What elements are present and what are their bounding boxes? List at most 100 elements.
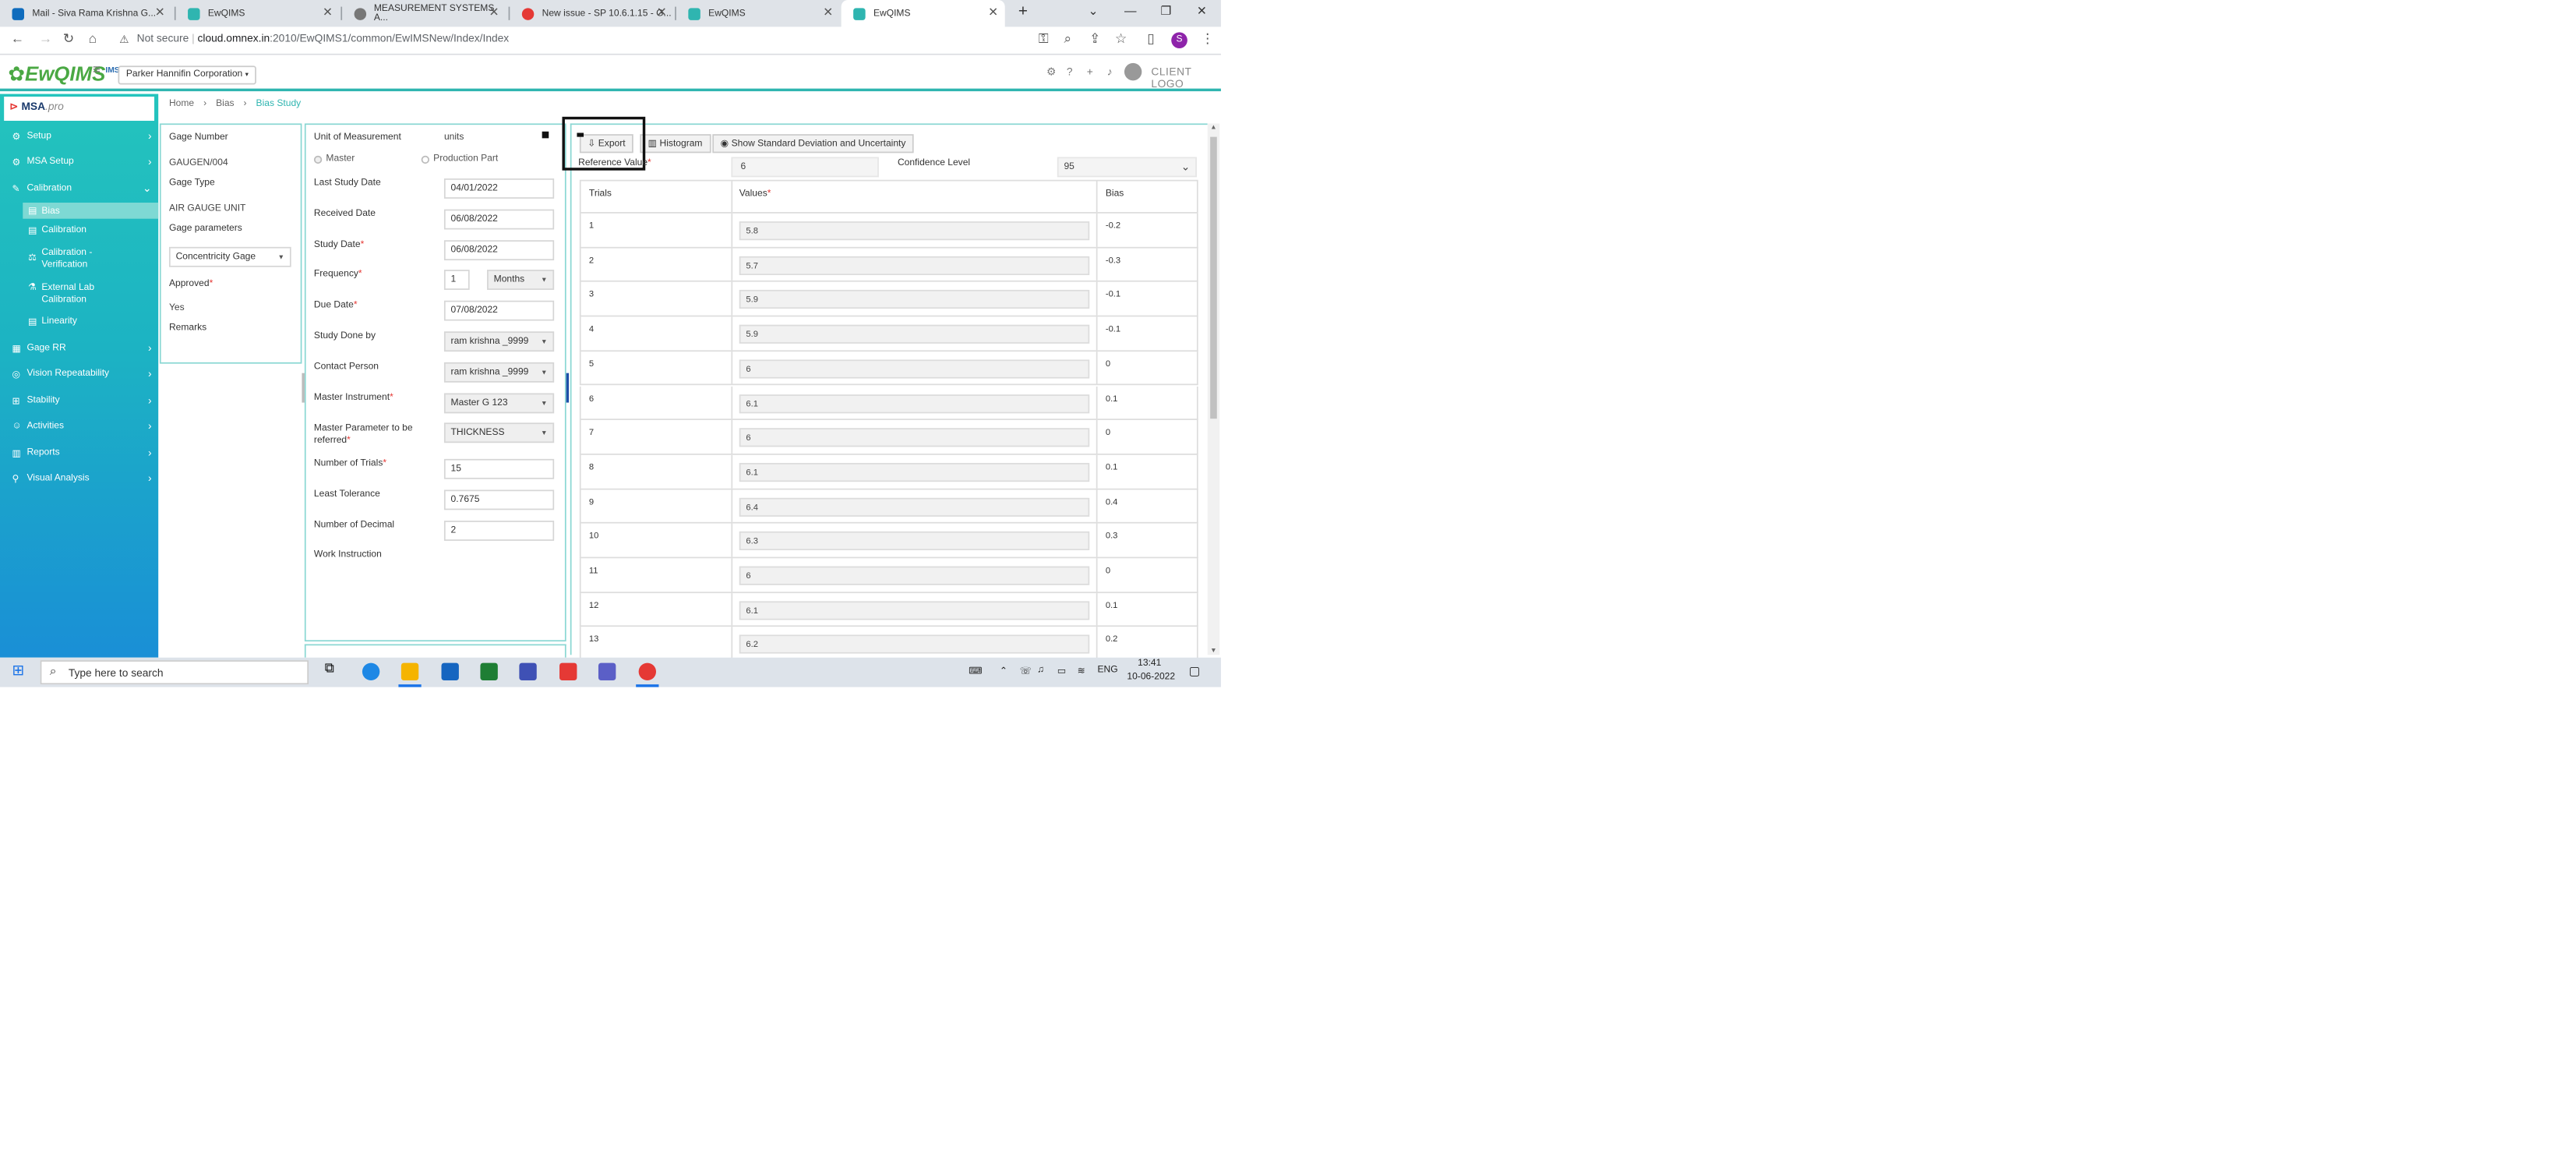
file-explorer-icon[interactable] <box>401 662 419 681</box>
forward-icon[interactable]: → <box>39 32 52 47</box>
language-indicator[interactable]: ENG <box>1098 666 1118 675</box>
sidebar-subitem-linearity[interactable]: ▤ Linearity <box>23 316 158 333</box>
menu-icon[interactable]: ⋮ <box>1201 32 1214 47</box>
sidebar-subitem-calibration-verification[interactable]: ⚖ Calibration - Verification <box>23 247 158 277</box>
meet-icon[interactable]: ☏ <box>1020 666 1032 676</box>
splitter-handle[interactable] <box>302 373 305 403</box>
add-icon[interactable]: + <box>1087 65 1093 77</box>
user-avatar[interactable] <box>1124 62 1142 81</box>
master-parameter-select[interactable]: THICKNESS ▼ <box>443 422 555 443</box>
radio-master[interactable]: Master <box>313 154 355 164</box>
word-icon[interactable] <box>519 662 537 681</box>
gage-parameter-select[interactable]: Concentricity Gage ▼ <box>168 246 291 267</box>
value-input[interactable]: 6.1 <box>739 394 1090 413</box>
sidebar-item-calibration[interactable]: ✎ Calibration ⌄ <box>0 176 158 202</box>
number-of-decimal-input[interactable]: 2 <box>443 521 555 541</box>
close-window-icon[interactable]: ✕ <box>1197 4 1207 19</box>
confidence-level-select[interactable]: 95 ⌄ <box>1057 157 1197 178</box>
star-icon[interactable]: ☆ <box>1115 32 1127 47</box>
clock-time[interactable]: 13:41 <box>1138 659 1161 668</box>
excel-icon[interactable] <box>480 662 498 681</box>
study-done-by-select[interactable]: ram krishna _9999 ▼ <box>443 331 555 352</box>
number-of-trials-input[interactable]: 15 <box>443 458 555 479</box>
value-input[interactable]: 6.3 <box>739 532 1090 551</box>
close-icon[interactable]: ✕ <box>323 5 333 20</box>
acrobat-icon[interactable] <box>559 662 577 681</box>
browser-tab-active[interactable]: EwQIMS ✕ <box>841 0 1005 27</box>
browser-tab[interactable]: EwQIMS ✕ <box>176 0 340 26</box>
histogram-button[interactable]: ▥ Histogram <box>640 134 711 154</box>
windows-start-icon[interactable]: ⊞ <box>12 662 29 680</box>
value-input[interactable]: 5.7 <box>739 256 1090 275</box>
value-input[interactable]: 5.9 <box>739 324 1090 344</box>
close-icon[interactable]: ✕ <box>155 5 165 20</box>
close-icon[interactable]: ✕ <box>988 5 998 20</box>
minimize-icon[interactable]: — <box>1124 4 1136 17</box>
value-input[interactable]: 5.9 <box>739 290 1090 309</box>
value-input[interactable]: 6.1 <box>739 462 1090 482</box>
sidebar-item-vision-repeatability[interactable]: ◎ Vision Repeatability › <box>0 361 158 387</box>
value-input[interactable]: 6 <box>739 566 1090 585</box>
radio-production-part[interactable]: Production Part <box>421 154 498 164</box>
restore-icon[interactable]: ❐ <box>1160 4 1171 19</box>
scroll-thumb[interactable] <box>1210 136 1217 419</box>
task-view-icon[interactable]: ⧉ <box>325 662 342 679</box>
sidebar-item-activities[interactable]: ☺ Activities › <box>0 413 158 439</box>
value-input[interactable]: 6 <box>739 428 1090 447</box>
reference-value-input[interactable]: 6 <box>731 157 879 178</box>
clock-date[interactable]: 10-06-2022 <box>1127 673 1175 682</box>
master-instrument-select[interactable]: Master G 123 ▼ <box>443 393 555 414</box>
help-icon[interactable]: ? <box>1067 65 1073 77</box>
tab-search-icon[interactable]: ⌄ <box>1088 4 1098 19</box>
key-icon[interactable]: ⚿ <box>1039 32 1049 47</box>
settings-icon[interactable]: ⚙ <box>1046 65 1056 77</box>
received-date-input[interactable]: 06/08/2022 <box>443 209 555 230</box>
profile-avatar[interactable]: S <box>1171 32 1187 48</box>
value-input[interactable]: 6 <box>739 359 1090 379</box>
value-input[interactable]: 6.4 <box>739 497 1090 517</box>
browser-tab[interactable]: MEASUREMENT SYSTEMS A... ✕ <box>342 0 506 26</box>
expand-handle[interactable] <box>542 131 549 139</box>
home-icon[interactable]: ⌂ <box>89 32 97 47</box>
contact-person-select[interactable]: ram krishna _9999 ▼ <box>443 362 555 383</box>
back-icon[interactable]: ← <box>11 32 24 47</box>
frequency-unit-select[interactable]: Months ▼ <box>487 270 555 290</box>
browser-tab[interactable]: EwQIMS ✕ <box>676 0 840 26</box>
study-date-input[interactable]: 06/08/2022 <box>443 240 555 261</box>
close-icon[interactable]: ✕ <box>823 5 833 20</box>
scrollbar[interactable]: ▲ ▼ <box>1207 123 1220 655</box>
close-icon[interactable]: ✕ <box>657 5 667 20</box>
due-date-input[interactable]: 07/08/2022 <box>443 300 555 321</box>
new-tab-button[interactable]: + <box>1018 2 1028 20</box>
close-icon[interactable]: ✕ <box>489 5 499 20</box>
edge-icon[interactable] <box>362 662 380 681</box>
sidebar-item-visual-analysis[interactable]: ⚲ Visual Analysis › <box>0 465 158 491</box>
zoom-icon[interactable]: ⌕ <box>1064 32 1071 47</box>
keyboard-icon[interactable]: ⌨ <box>969 666 982 676</box>
value-input[interactable]: 6.2 <box>739 635 1090 655</box>
breadcrumb-bias[interactable]: Bias <box>216 99 234 108</box>
bell-icon[interactable]: ♪ <box>1107 65 1113 77</box>
hamburger-icon[interactable]: ≡ <box>93 63 101 78</box>
sidebar-subitem-calibration[interactable]: ▤ Calibration <box>23 225 158 242</box>
chevron-up-icon[interactable]: ⌃ <box>1000 666 1007 676</box>
sidebar-item-reports[interactable]: ▥ Reports › <box>0 440 158 466</box>
sidebar-item-stability[interactable]: ⊞ Stability › <box>0 388 158 414</box>
sidebar-item-setup[interactable]: ⚙ Setup › <box>0 123 158 149</box>
share-icon[interactable]: ⇪ <box>1089 32 1100 47</box>
browser-tab[interactable]: Mail - Siva Rama Krishna G... ✕ <box>0 0 171 26</box>
volume-icon[interactable]: ♫ <box>1037 666 1044 675</box>
splitter-handle[interactable] <box>566 373 570 403</box>
browser-tab[interactable]: New issue - SP 10.6.1.15 - G... ✕ <box>510 0 673 26</box>
mail-icon[interactable] <box>441 662 459 681</box>
notification-icon[interactable]: ▢ <box>1189 664 1201 679</box>
company-select[interactable]: Parker Hannifin Corporation ▾ <box>118 65 257 85</box>
least-tolerance-input[interactable]: 0.7675 <box>443 489 555 510</box>
teams-icon[interactable] <box>598 662 616 681</box>
frequency-input[interactable]: 1 <box>443 270 470 290</box>
taskbar-search-input[interactable]: ⌕ Type here to search <box>40 660 309 685</box>
value-input[interactable]: 5.8 <box>739 221 1090 241</box>
sidebar-item-gage-rr[interactable]: ▦ Gage RR › <box>0 335 158 361</box>
value-input[interactable]: 6.1 <box>739 600 1090 620</box>
chrome-icon[interactable] <box>638 662 657 681</box>
